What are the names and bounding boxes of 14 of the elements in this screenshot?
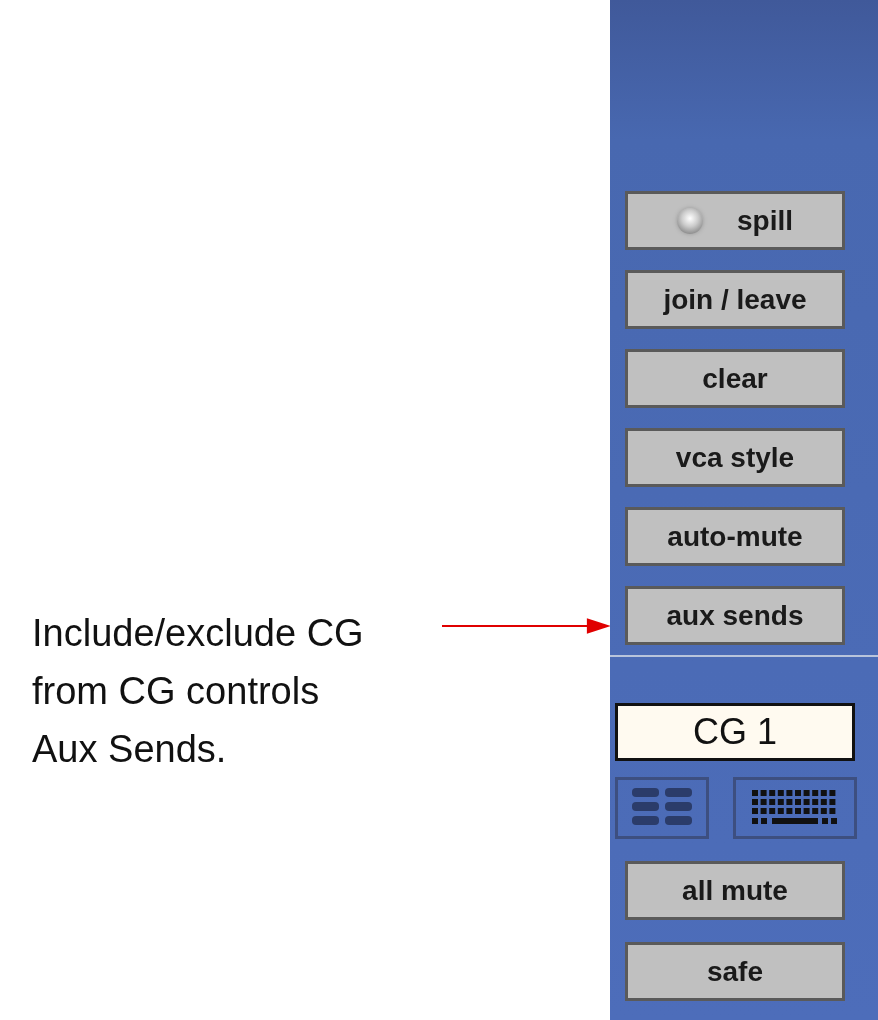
group-button[interactable]: join / leave <box>625 270 845 329</box>
spill-button[interactable]: spill <box>625 191 845 250</box>
keyboard-button[interactable] <box>733 777 857 839</box>
keyboard-icon <box>752 790 838 826</box>
group-button[interactable]: clear <box>625 349 845 408</box>
group-name-field[interactable]: CG 1 <box>615 703 855 761</box>
group-button[interactable]: aux sends <box>625 586 845 645</box>
list-view-button[interactable] <box>615 777 709 839</box>
group-button[interactable]: all mute <box>625 861 845 920</box>
group-button[interactable]: safe <box>625 942 845 1001</box>
group-button[interactable]: vca style <box>625 428 845 487</box>
annotation-text: Include/exclude CG from CG controls Aux Sends. <box>32 611 365 772</box>
group-button[interactable]: auto-mute <box>625 507 845 566</box>
grid-icon <box>632 788 692 828</box>
